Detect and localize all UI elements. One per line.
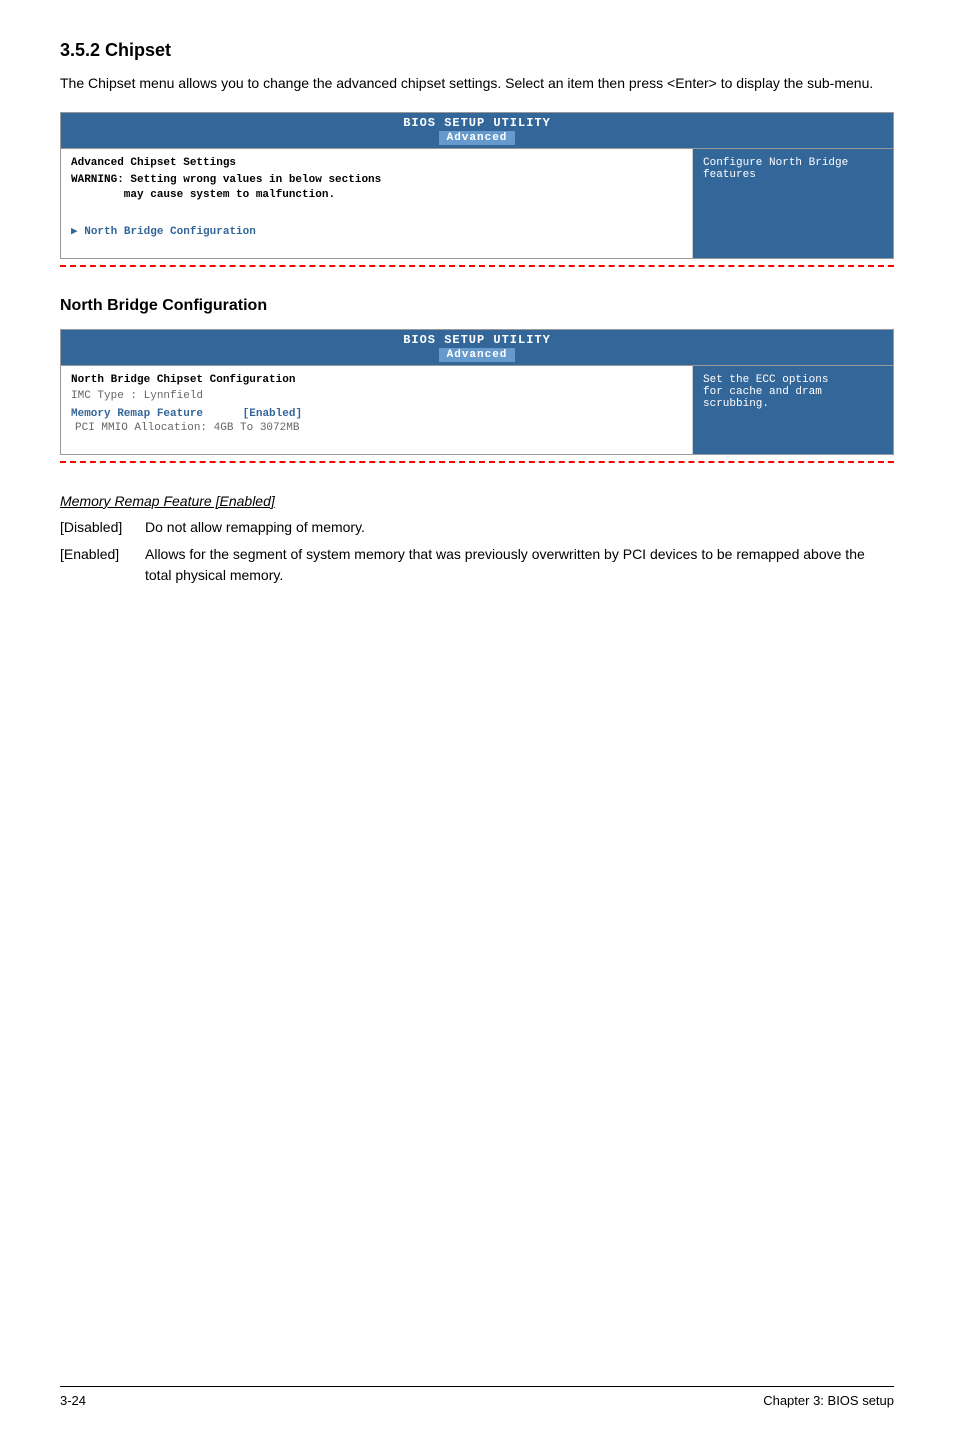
bios-header-title-1: BIOS SETUP UTILITY — [61, 116, 893, 130]
memory-remap-value: [Enabled] — [243, 408, 302, 420]
bios-header-2: BIOS SETUP UTILITY Advanced — [61, 330, 893, 365]
advanced-chipset-label: Advanced Chipset Settings — [71, 157, 682, 169]
enabled-desc-row: [Enabled] Allows for the segment of syst… — [60, 544, 894, 586]
chapter-label: Chapter 3: BIOS setup — [763, 1393, 894, 1408]
page-footer: 3-24 Chapter 3: BIOS setup — [60, 1386, 894, 1408]
bios-help-text-1: Configure North Bridgefeatures — [703, 157, 848, 181]
north-bridge-menu-item[interactable]: North Bridge Configuration — [71, 226, 256, 238]
intro-text: The Chipset menu allows you to change th… — [60, 73, 894, 94]
disabled-label: [Disabled] — [60, 517, 145, 538]
section-north-bridge: North Bridge Configuration BIOS SETUP UT… — [60, 297, 894, 586]
nb-chipset-label: North Bridge Chipset Configuration — [71, 374, 682, 386]
dashed-separator-1 — [60, 265, 894, 267]
disabled-text: Do not allow remapping of memory. — [145, 517, 894, 538]
dashed-separator-2 — [60, 461, 894, 463]
bios-tab-1: Advanced — [439, 131, 516, 145]
section-title: 3.5.2 Chipset — [60, 40, 894, 61]
memory-remap-feature[interactable]: Memory Remap Feature [Enabled] — [71, 408, 682, 420]
bios-right-1: Configure North Bridgefeatures — [693, 149, 893, 258]
bios-content-1: Advanced Chipset Settings WARNING: Setti… — [61, 148, 893, 258]
enabled-label: [Enabled] — [60, 544, 145, 586]
nb-section-title: North Bridge Configuration — [60, 297, 894, 315]
bios-header-1: BIOS SETUP UTILITY Advanced — [61, 113, 893, 148]
bios-content-2: North Bridge Chipset Configuration IMC T… — [61, 365, 893, 454]
bios-header-title-2: BIOS SETUP UTILITY — [61, 333, 893, 347]
section-chipset: 3.5.2 Chipset The Chipset menu allows yo… — [60, 40, 894, 267]
pci-mmio-allocation: PCI MMIO Allocation: 4GB To 3072MB — [71, 422, 682, 434]
warning-text: WARNING: Setting wrong values in below s… — [71, 173, 682, 204]
bios-left-1: Advanced Chipset Settings WARNING: Setti… — [61, 149, 693, 258]
bios-box-1: BIOS SETUP UTILITY Advanced Advanced Chi… — [60, 112, 894, 259]
memory-remap-label: Memory Remap Feature — [71, 408, 203, 420]
bios-left-2: North Bridge Chipset Configuration IMC T… — [61, 366, 693, 454]
page-number: 3-24 — [60, 1393, 86, 1408]
disabled-desc-row: [Disabled] Do not allow remapping of mem… — [60, 517, 894, 538]
feature-description: Memory Remap Feature [Enabled] [Disabled… — [60, 493, 894, 586]
bios-box-2: BIOS SETUP UTILITY Advanced North Bridge… — [60, 329, 894, 455]
feature-desc-title: Memory Remap Feature [Enabled] — [60, 493, 894, 509]
imc-type: IMC Type : Lynnfield — [71, 390, 682, 402]
bios-help-text-2: Set the ECC optionsfor cache and dramscr… — [703, 374, 828, 410]
enabled-text: Allows for the segment of system memory … — [145, 544, 894, 586]
bios-right-2: Set the ECC optionsfor cache and dramscr… — [693, 366, 893, 454]
bios-tab-2: Advanced — [439, 348, 516, 362]
